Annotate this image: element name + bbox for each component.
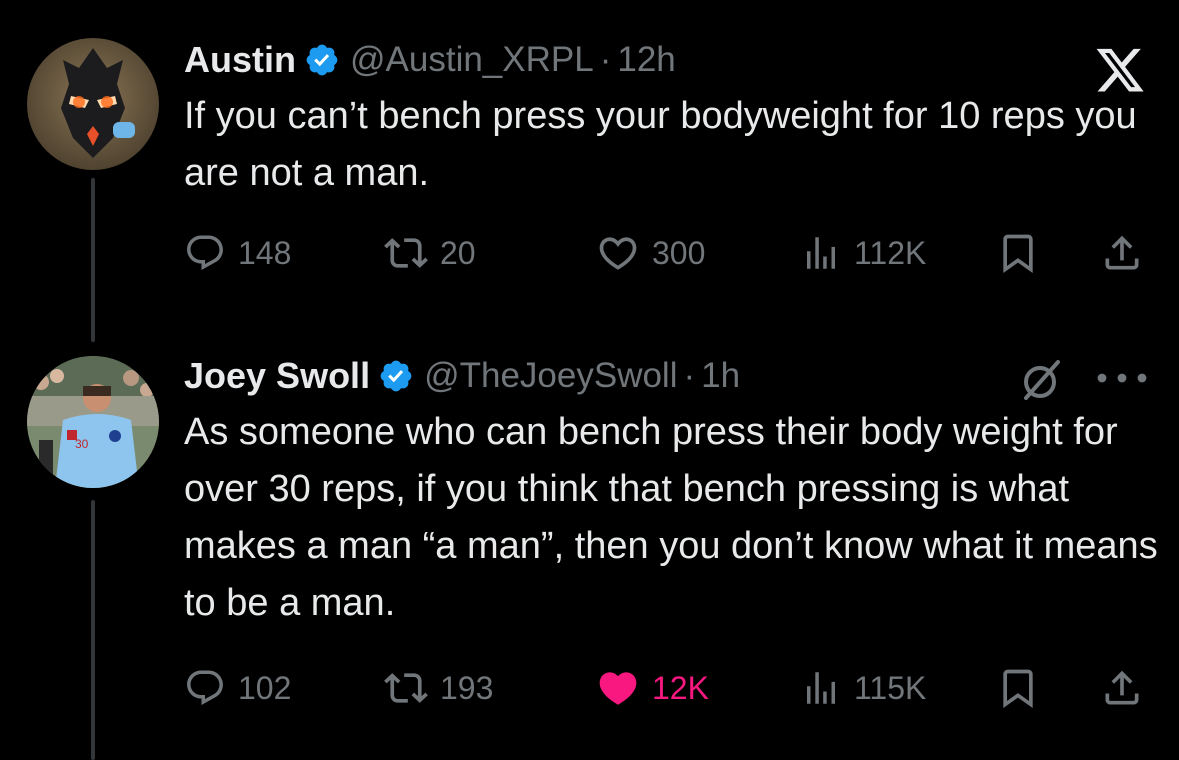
- svg-text:30: 30: [75, 437, 89, 451]
- x-logo-icon[interactable]: [1092, 44, 1148, 92]
- share-button[interactable]: [1100, 663, 1144, 713]
- tweet-text: As someone who can bench press their bod…: [184, 411, 1158, 624]
- like-button[interactable]: 300: [596, 228, 705, 278]
- repost-icon: [384, 673, 428, 703]
- tweet-header: Joey Swoll @TheJoeySwoll · 1h: [184, 348, 1159, 404]
- verified-badge-icon[interactable]: [378, 358, 414, 394]
- reply-count: 148: [238, 234, 292, 271]
- action-bar: 148 20 300 112K: [184, 228, 1159, 278]
- avatar[interactable]: [27, 38, 159, 170]
- view-count: 112K: [854, 234, 927, 271]
- like-button[interactable]: 12K: [596, 663, 709, 713]
- bookmark-icon: [1003, 234, 1033, 274]
- tweet-text: If you can’t bench press your bodyweight…: [184, 95, 1137, 194]
- view-count: 115K: [854, 669, 927, 706]
- tweet-header: Austin @Austin_XRPL · 12h: [184, 32, 1159, 88]
- repost-count: 193: [440, 669, 494, 706]
- repost-button[interactable]: 193: [384, 663, 493, 713]
- action-bar: 102 193 12K 115K: [184, 663, 1159, 713]
- separator-dot: ·: [683, 356, 696, 395]
- thread-line-bottom: [91, 500, 95, 760]
- reply-count: 102: [238, 669, 292, 706]
- timestamp[interactable]: 12h: [617, 40, 675, 80]
- views-icon: [807, 237, 835, 269]
- reply-button[interactable]: 102: [184, 663, 291, 713]
- reply-icon: [187, 235, 223, 270]
- share-icon: [1105, 670, 1139, 705]
- tweet-original[interactable]: Austin @Austin_XRPL · 12h If you can’t b…: [184, 32, 1159, 274]
- reply-icon: [187, 670, 223, 705]
- verified-badge-icon[interactable]: [304, 42, 340, 78]
- bookmark-icon: [1003, 669, 1033, 709]
- avatar-image: 30: [27, 356, 159, 488]
- grok-icon[interactable]: [1018, 356, 1066, 404]
- user-handle[interactable]: @TheJoeySwoll: [424, 356, 677, 396]
- display-name[interactable]: Austin: [184, 39, 296, 81]
- repost-icon: [384, 238, 428, 268]
- repost-count: 20: [440, 234, 476, 271]
- reply-button[interactable]: 148: [184, 228, 291, 278]
- more-icon[interactable]: [1094, 364, 1150, 392]
- separator-dot: ·: [599, 40, 612, 79]
- bookmark-button[interactable]: [996, 228, 1040, 278]
- heart-filled-icon: [599, 672, 637, 705]
- views-button[interactable]: 112K: [800, 228, 926, 278]
- display-name[interactable]: Joey Swoll: [184, 355, 370, 397]
- share-icon: [1105, 235, 1139, 270]
- user-handle[interactable]: @Austin_XRPL: [350, 40, 594, 80]
- heart-icon: [599, 237, 637, 270]
- like-count: 300: [652, 234, 706, 271]
- share-button[interactable]: [1100, 228, 1144, 278]
- views-icon: [807, 672, 835, 704]
- timestamp[interactable]: 1h: [701, 356, 740, 396]
- like-count: 12K: [652, 669, 709, 706]
- repost-button[interactable]: 20: [384, 228, 476, 278]
- avatar-image: [27, 38, 159, 170]
- avatar[interactable]: 30: [27, 356, 159, 488]
- tweet-reply[interactable]: Joey Swoll @TheJoeySwoll · 1h As someone…: [184, 348, 1159, 709]
- thread-line-top: [91, 178, 95, 342]
- bookmark-button[interactable]: [996, 663, 1040, 713]
- views-button[interactable]: 115K: [800, 663, 926, 713]
